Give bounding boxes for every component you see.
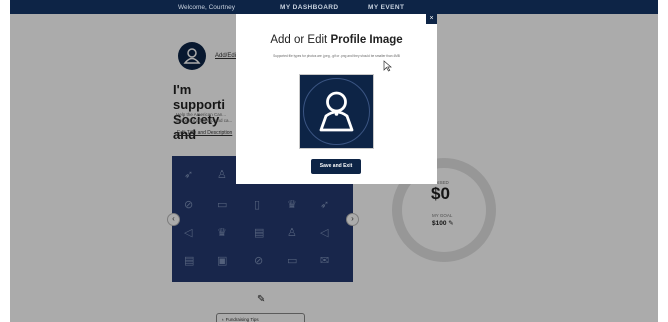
user-placeholder-icon — [303, 78, 370, 145]
mouse-cursor-icon — [383, 60, 392, 72]
page: Welcome, Courtney MY DASHBOARD MY EVENT … — [0, 0, 668, 322]
file-type-note: Supported file types for photos are .jpe… — [273, 54, 400, 58]
close-icon[interactable]: × — [426, 13, 437, 24]
profile-image-modal: Add or Edit Profile Image Supported file… — [236, 14, 437, 184]
modal-title-prefix: Add or Edit — [270, 34, 328, 46]
modal-title: Add or Edit Profile Image — [236, 34, 437, 46]
modal-title-bold: Profile Image — [330, 34, 403, 46]
top-nav: Welcome, Courtney MY DASHBOARD MY EVENT — [10, 0, 658, 14]
welcome-text: Welcome, Courtney — [178, 4, 235, 11]
save-and-exit-button[interactable]: Save and Exit — [311, 159, 361, 174]
nav-my-event[interactable]: MY EVENT — [368, 4, 404, 11]
nav-my-dashboard[interactable]: MY DASHBOARD — [280, 4, 339, 11]
profile-image-preview[interactable] — [299, 74, 374, 149]
